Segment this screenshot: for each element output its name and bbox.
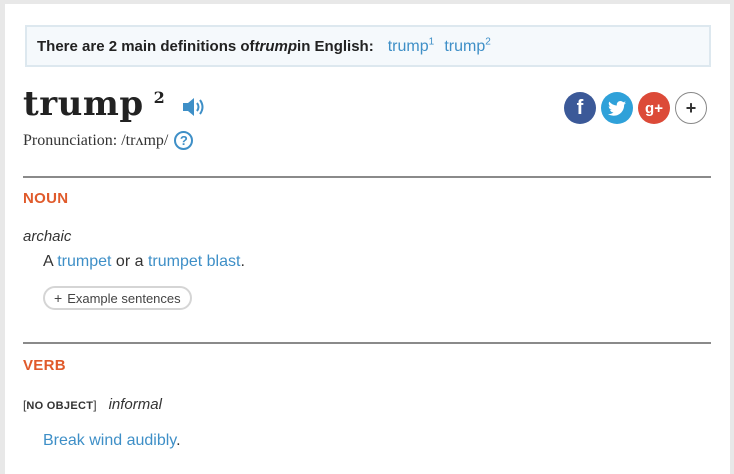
- pos-noun: NOUN: [23, 190, 69, 207]
- break-wind-link[interactable]: Break wind audibly: [43, 432, 176, 449]
- grammar-code: NO OBJECT: [26, 400, 94, 412]
- googleplus-icon[interactable]: g+: [638, 92, 670, 124]
- verb-definition: Break wind audibly.: [43, 432, 181, 449]
- banner-word: trump: [254, 37, 298, 55]
- banner-text-after: in English:: [297, 37, 374, 55]
- pronunciation-ipa: /trʌmp/: [121, 131, 169, 149]
- homograph-links: trump1 trump2: [388, 36, 497, 55]
- example-sentences-label: Example sentences: [67, 290, 181, 306]
- more-share-icon[interactable]: +: [675, 92, 707, 124]
- facebook-icon[interactable]: f: [564, 92, 596, 124]
- banner-text-before: There are 2 main definitions of: [37, 37, 255, 55]
- help-icon[interactable]: ?: [174, 131, 194, 150]
- homograph-link-1[interactable]: trump1: [388, 36, 434, 54]
- pronunciation: Pronunciation: /trʌmp/ ?: [23, 131, 194, 150]
- homograph-number: 2: [153, 88, 165, 107]
- dictionary-page: There are 2 main definitions of trump in…: [5, 4, 730, 474]
- speaker-icon[interactable]: [181, 96, 207, 118]
- pos-verb: VERB: [23, 357, 66, 374]
- share-buttons: f g+ +: [559, 92, 707, 124]
- example-sentences-button[interactable]: + Example sentences: [43, 286, 192, 310]
- twitter-icon[interactable]: [601, 92, 633, 124]
- section-divider: [23, 342, 711, 344]
- trumpet-blast-link[interactable]: trumpet blast: [148, 253, 240, 270]
- grammar-label: [NO OBJECT] informal: [23, 396, 162, 413]
- plus-icon: +: [54, 290, 63, 306]
- register-label: informal: [108, 396, 162, 413]
- definitions-banner: There are 2 main definitions of trump in…: [25, 25, 711, 67]
- pronunciation-label: Pronunciation:: [23, 131, 118, 149]
- trumpet-link[interactable]: trumpet: [57, 253, 111, 270]
- noun-definition: A trumpet or a trumpet blast.: [43, 253, 245, 270]
- section-divider: [23, 176, 711, 178]
- headword: trump: [23, 84, 144, 124]
- headword-block: trump 2: [23, 82, 207, 126]
- homograph-link-2[interactable]: trump2: [444, 36, 490, 54]
- register-label: archaic: [23, 228, 72, 245]
